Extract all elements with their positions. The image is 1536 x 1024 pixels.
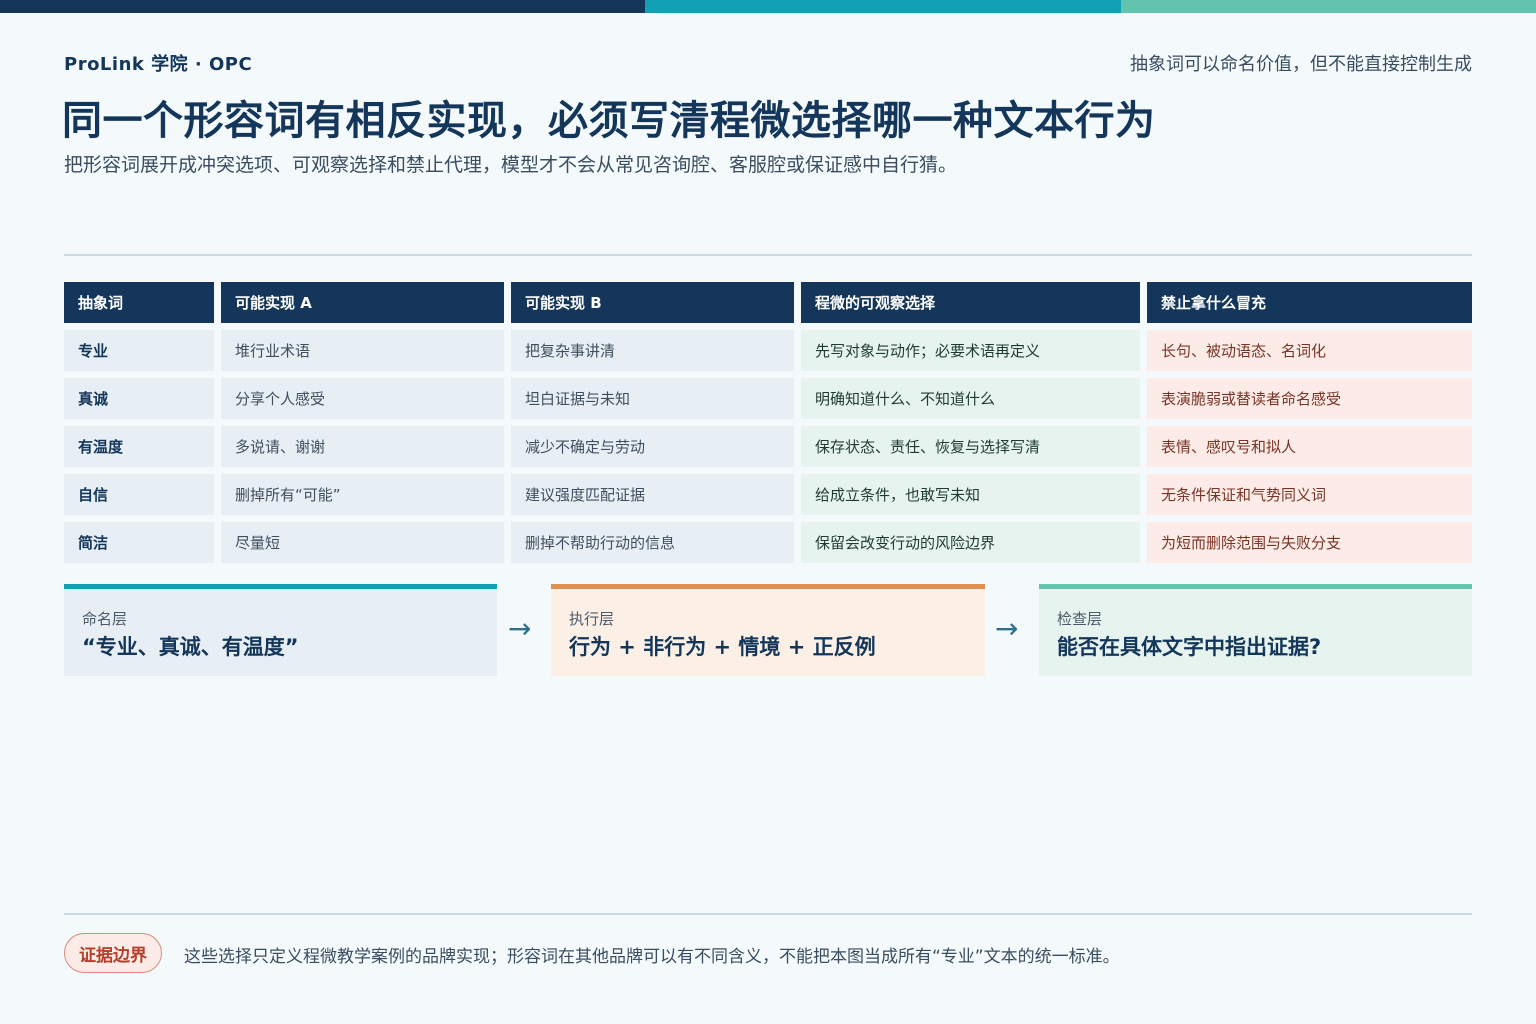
table-cell-impl-b: 删掉不帮助行动的信息 [511,522,794,563]
table-cell-impl-b: 减少不确定与劳动 [511,426,794,467]
table-cell-choice: 给成立条件，也敢写未知 [801,474,1140,515]
table-cell-impl-a: 尽量短 [221,522,504,563]
page-subtitle: 把形容词展开成冲突选项、可观察选择和禁止代理，模型才不会从常见咨询腔、客服腔或保… [64,154,958,176]
layer-flow: 命名层 “专业、真诚、有温度” → 执行层 行为 + 非行为 + 情境 + 正反… [64,584,1472,676]
table-cell-term: 有温度 [64,426,214,467]
table-cell-impl-b: 坦白证据与未知 [511,378,794,419]
table-cell-forbidden: 为短而删除范围与失败分支 [1147,522,1472,563]
card-label: 命名层 [82,610,128,628]
top-divider [64,254,1472,256]
table-cell-choice: 明确知道什么、不知道什么 [801,378,1140,419]
table-header: 程微的可观察选择 [801,282,1140,323]
table-cell-impl-b: 建议强度匹配证据 [511,474,794,515]
table-cell-choice: 保留会改变行动的风险边界 [801,522,1140,563]
comparison-table: 抽象词 可能实现 A 可能实现 B 程微的可观察选择 禁止拿什么冒充 专业 堆行… [64,282,1472,563]
execution-layer-card: 执行层 行为 + 非行为 + 情境 + 正反例 [551,584,985,676]
brand-label: ProLink 学院 · OPC [64,54,253,75]
accent-segment-mint [1121,0,1536,13]
arrow-right-icon: → [508,612,532,645]
table-cell-forbidden: 长句、被动语态、名词化 [1147,330,1472,371]
card-value: “专业、真诚、有温度” [82,635,299,659]
accent-segment-teal [645,0,1121,13]
card-accent-bar [64,584,497,589]
card-label: 执行层 [569,610,615,628]
accent-segment-navy [0,0,645,13]
card-value: 能否在具体文字中指出证据? [1057,635,1322,659]
table-header: 可能实现 B [511,282,794,323]
table-cell-impl-b: 把复杂事讲清 [511,330,794,371]
arrow-right-icon: → [995,612,1019,645]
card-accent-bar [1039,584,1472,589]
footer-note: 这些选择只定义程微教学案例的品牌实现；形容词在其他品牌可以有不同含义，不能把本图… [184,947,1120,967]
naming-layer-card: 命名层 “专业、真诚、有温度” [64,584,497,676]
table-cell-term: 自信 [64,474,214,515]
table-cell-choice: 保存状态、责任、恢复与选择写清 [801,426,1140,467]
table-cell-impl-a: 分享个人感受 [221,378,504,419]
card-label: 检查层 [1057,610,1103,628]
card-accent-bar [551,584,985,589]
table-cell-impl-a: 多说请、谢谢 [221,426,504,467]
table-cell-forbidden: 表演脆弱或替读者命名感受 [1147,378,1472,419]
table-cell-choice: 先写对象与动作；必要术语再定义 [801,330,1140,371]
table-cell-forbidden: 表情、感叹号和拟人 [1147,426,1472,467]
table-cell-term: 简洁 [64,522,214,563]
table-header: 抽象词 [64,282,214,323]
header-note: 抽象词可以命名价值，但不能直接控制生成 [1130,54,1472,75]
table-cell-term: 真诚 [64,378,214,419]
table-cell-impl-a: 堆行业术语 [221,330,504,371]
evidence-boundary-badge: 证据边界 [64,933,162,973]
table-cell-impl-a: 删掉所有“可能” [221,474,504,515]
table-header: 禁止拿什么冒充 [1147,282,1472,323]
page-title: 同一个形容词有相反实现，必须写清程微选择哪一种文本行为 [62,98,1156,144]
table-cell-term: 专业 [64,330,214,371]
check-layer-card: 检查层 能否在具体文字中指出证据? [1039,584,1472,676]
bottom-divider [64,913,1472,915]
card-value: 行为 + 非行为 + 情境 + 正反例 [569,635,876,659]
table-cell-forbidden: 无条件保证和气势同义词 [1147,474,1472,515]
table-header: 可能实现 A [221,282,504,323]
top-accent-bar [0,0,1536,13]
